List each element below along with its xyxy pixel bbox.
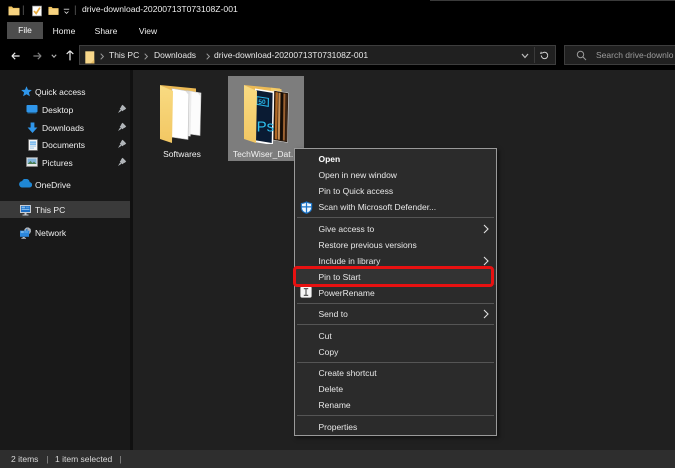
- svg-text:Ps: Ps: [257, 119, 275, 136]
- svg-text:50: 50: [258, 99, 266, 106]
